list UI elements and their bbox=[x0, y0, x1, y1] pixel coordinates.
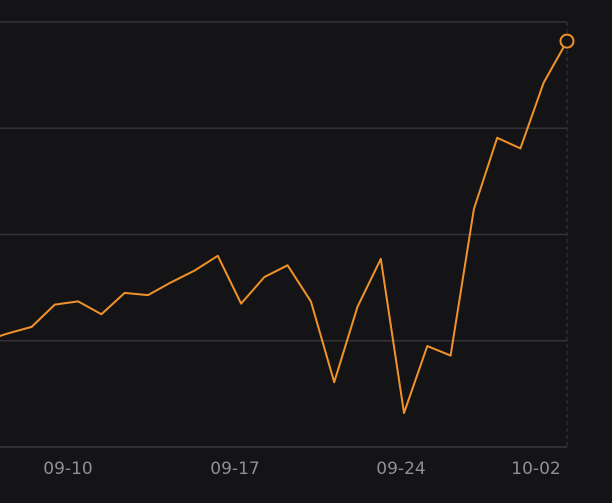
last-point-marker[interactable] bbox=[559, 33, 575, 49]
x-tick-label: 09-24 bbox=[376, 459, 425, 479]
x-tick-label: 09-10 bbox=[43, 459, 92, 479]
line-chart: 09-10 09-17 09-24 10-02 bbox=[0, 21, 575, 479]
series-group bbox=[0, 33, 575, 414]
x-tick-label: 10-02 bbox=[511, 459, 560, 479]
x-axis-ticks: 09-10 09-17 09-24 10-02 bbox=[43, 459, 560, 479]
x-tick-label: 09-17 bbox=[210, 459, 259, 479]
series-line bbox=[0, 40, 568, 414]
grid-lines bbox=[0, 21, 567, 448]
